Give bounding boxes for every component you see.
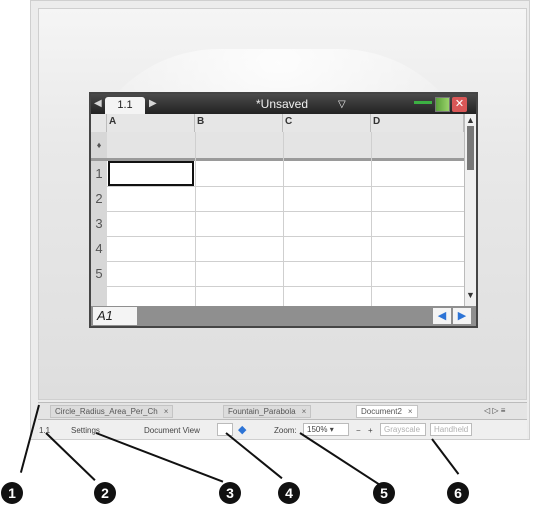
formula-row[interactable] <box>107 132 464 158</box>
document-tab-label: Fountain_Parabola <box>228 407 296 416</box>
entry-line-bar: A1 ◀ ▶ <box>91 306 476 326</box>
document-tab[interactable]: Circle_Radius_Area_Per_Ch × <box>50 405 174 418</box>
callout-marker-4: 4 <box>278 482 300 504</box>
layout-icon[interactable] <box>435 97 450 112</box>
title-dropdown-icon[interactable]: ▽ <box>338 99 346 110</box>
zoom-value: 150% <box>307 425 328 434</box>
grid-line <box>107 186 464 187</box>
close-tab-icon[interactable]: × <box>302 407 307 416</box>
callout-line-5 <box>299 432 380 486</box>
grid-line <box>195 132 196 306</box>
row-header-2[interactable]: 2 <box>91 186 107 211</box>
close-tab-icon[interactable]: × <box>164 407 169 416</box>
grid-line <box>283 132 284 306</box>
column-header-c[interactable]: C <box>283 114 371 132</box>
row-header-6[interactable] <box>91 286 107 306</box>
callout-line-6 <box>431 438 460 475</box>
zoom-in-button[interactable]: + <box>368 426 373 435</box>
row-header-4[interactable]: 4 <box>91 236 107 261</box>
selected-cell-a1[interactable] <box>108 161 194 186</box>
callout-marker-3: 3 <box>219 482 241 504</box>
close-icon[interactable]: ✕ <box>452 97 467 112</box>
tab-navigation-icons[interactable]: ◁ ▷ ≡ <box>484 406 505 415</box>
spreadsheet-grid[interactable]: A B C D ♦ 1 2 3 4 5 ▲ ▼ <box>91 114 476 306</box>
handheld-view-icon[interactable]: ◆ <box>238 423 246 436</box>
next-page-arrow-icon[interactable]: ▶ <box>149 98 157 109</box>
grid-line <box>107 236 464 237</box>
grid-line <box>371 132 372 306</box>
column-header-d[interactable]: D <box>371 114 464 132</box>
corner-header <box>91 114 107 132</box>
grid-line <box>107 211 464 212</box>
row-header-1[interactable]: 1 <box>91 161 107 186</box>
scroll-down-icon[interactable]: ▼ <box>466 290 475 300</box>
document-tab-active[interactable]: Document2 × <box>356 405 418 418</box>
document-title: *Unsaved <box>256 97 309 111</box>
document-tab-label: Circle_Radius_Area_Per_Ch <box>55 407 158 416</box>
document-view-label: Document View <box>144 426 200 435</box>
document-tab[interactable]: Fountain_Parabola × <box>223 405 312 418</box>
previous-page-arrow-icon[interactable]: ◀ <box>94 98 102 109</box>
callout-marker-1: 1 <box>1 482 23 504</box>
row-header-3[interactable]: 3 <box>91 211 107 236</box>
close-tab-icon[interactable]: × <box>408 407 413 416</box>
scroll-left-icon[interactable]: ◀ <box>433 308 451 324</box>
handheld-screen: ◀ 1.1 ▶ *Unsaved ▽ ✕ A B C D ♦ 1 2 3 4 5… <box>89 92 478 328</box>
page-tab[interactable]: 1.1 <box>105 97 145 114</box>
battery-icon <box>414 101 432 104</box>
column-header-a[interactable]: A <box>107 114 195 132</box>
grayscale-option[interactable]: Grayscale <box>380 423 426 436</box>
callout-marker-6: 6 <box>447 482 469 504</box>
grid-line <box>107 261 464 262</box>
row-header-5[interactable]: 5 <box>91 261 107 286</box>
column-header-b[interactable]: B <box>195 114 283 132</box>
callout-marker-5: 5 <box>373 482 395 504</box>
document-tabs-bar: Circle_Radius_Area_Per_Ch × Fountain_Para… <box>38 402 527 420</box>
zoom-label: Zoom: <box>274 426 297 435</box>
grid-line <box>107 286 464 287</box>
handheld-title-bar: ◀ 1.1 ▶ *Unsaved ▽ ✕ <box>91 94 476 114</box>
handheld-option[interactable]: Handheld <box>430 423 472 436</box>
formula-row-marker: ♦ <box>91 132 107 158</box>
scroll-up-icon[interactable]: ▲ <box>466 115 475 125</box>
scrollbar-thumb[interactable] <box>467 126 474 170</box>
cell-reference[interactable]: A1 <box>93 307 137 325</box>
zoom-out-button[interactable]: − <box>356 426 361 435</box>
document-tab-label: Document2 <box>361 407 402 416</box>
scroll-right-icon[interactable]: ▶ <box>453 308 471 324</box>
vertical-scrollbar[interactable]: ▲ ▼ <box>464 114 476 306</box>
zoom-select[interactable]: 150% ▾ <box>303 423 349 436</box>
callout-marker-2: 2 <box>94 482 116 504</box>
